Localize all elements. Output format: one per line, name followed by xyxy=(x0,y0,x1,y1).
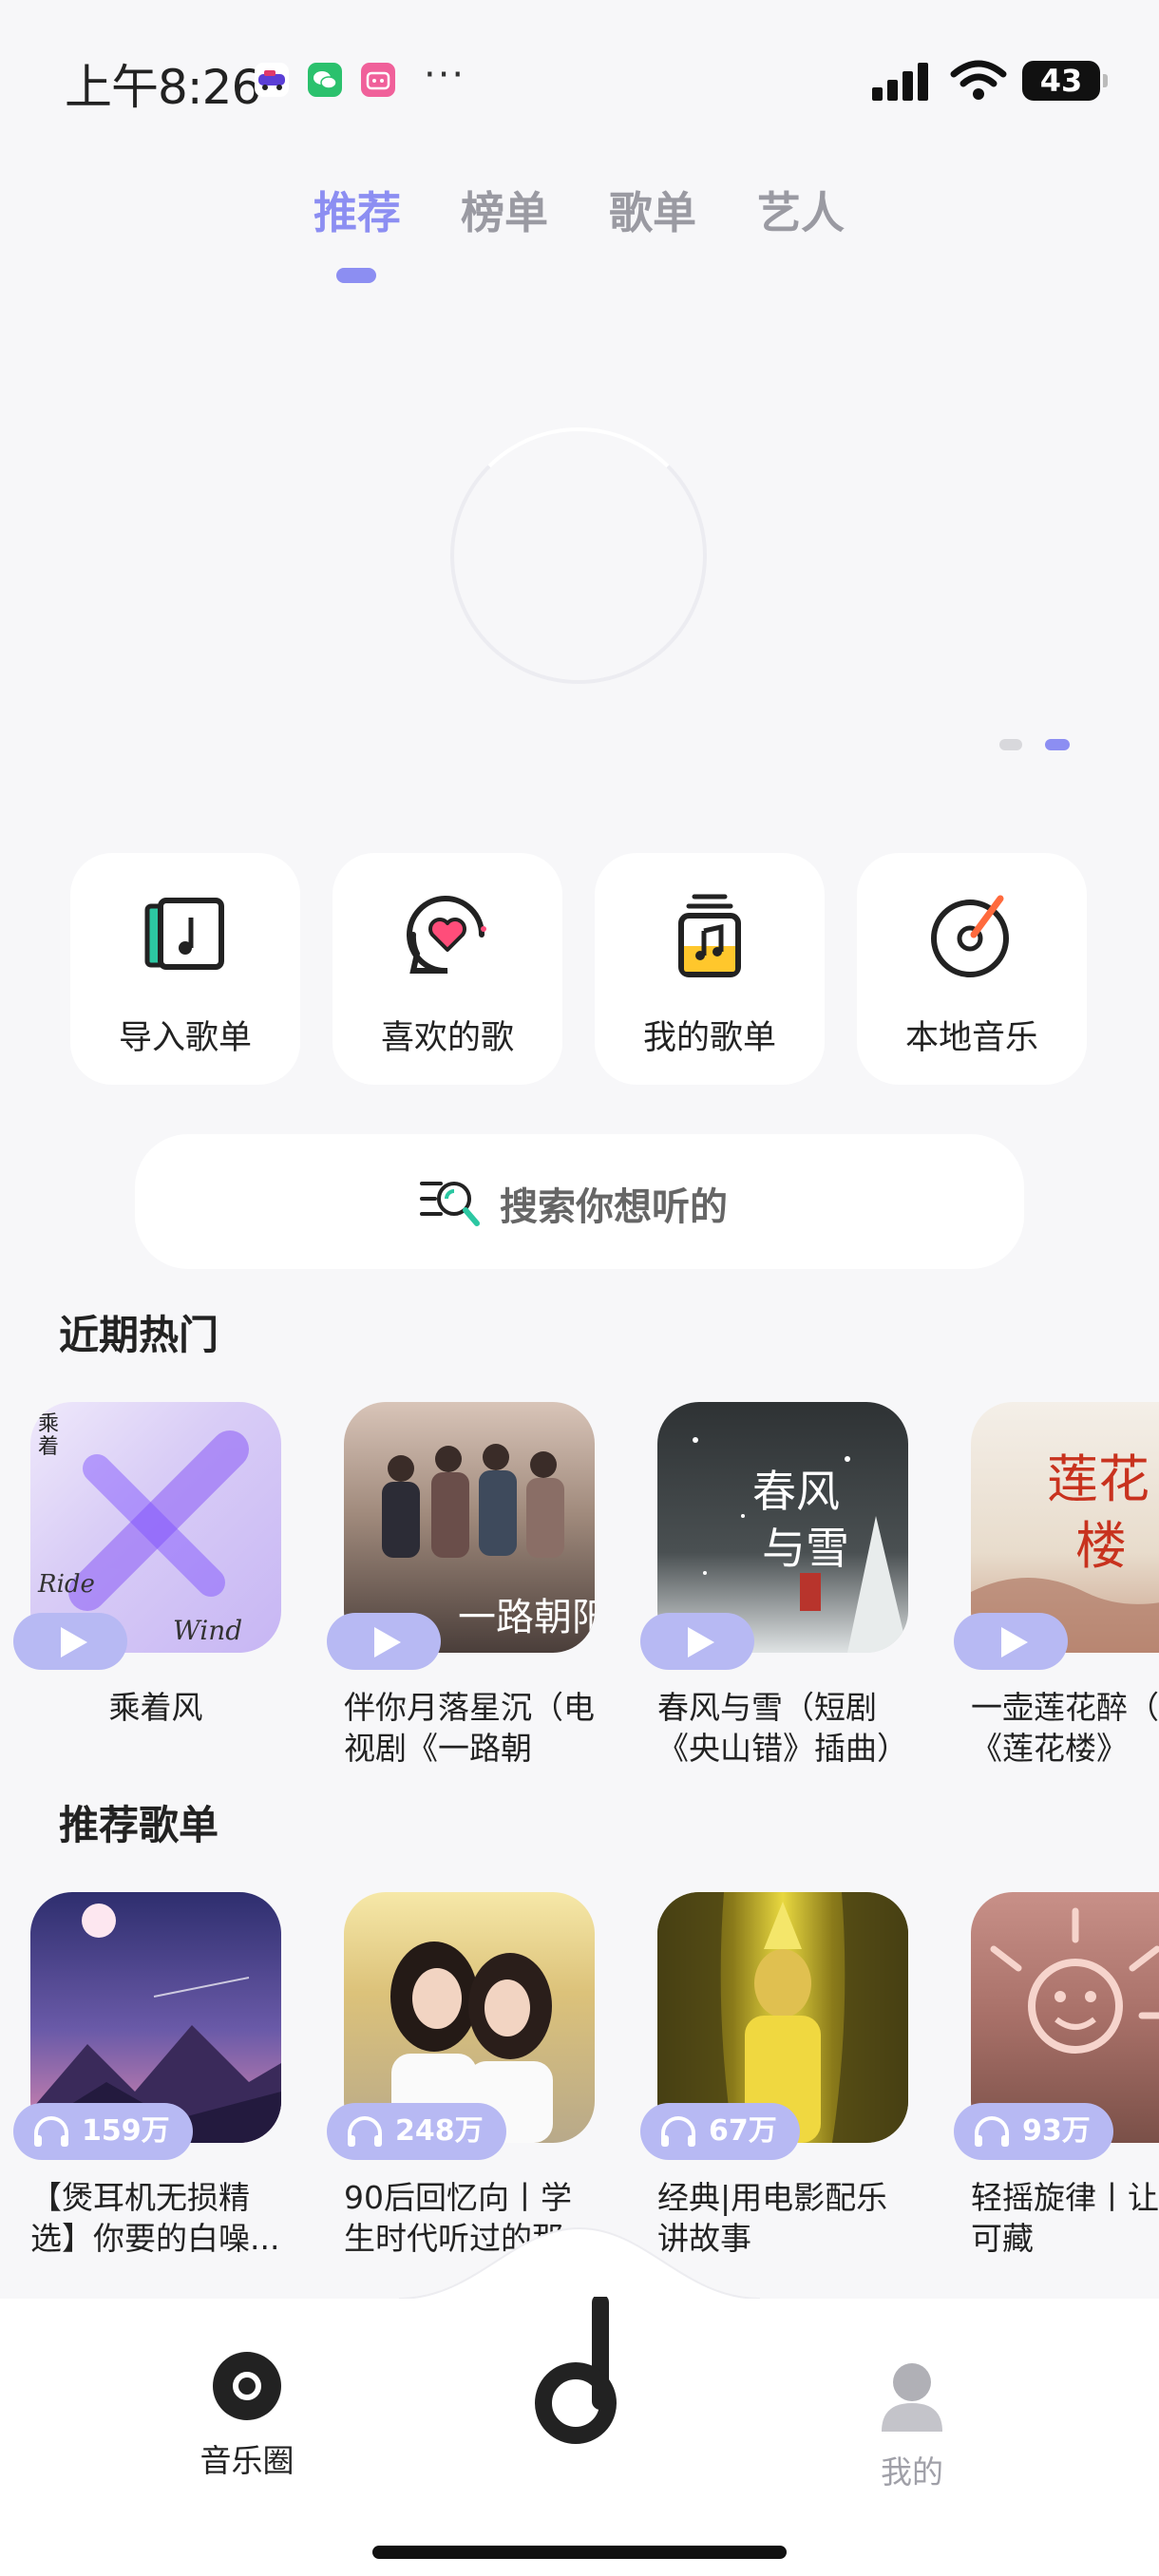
svg-text:Ride: Ride xyxy=(37,1570,95,1599)
music-note-logo-icon xyxy=(535,2297,617,2444)
my-playlist-icon xyxy=(678,894,741,977)
search-bar[interactable]: 搜索你想听的 xyxy=(135,1134,1024,1269)
import-playlist-label: 导入歌单 xyxy=(118,1019,252,1057)
headphones-icon xyxy=(34,2116,68,2147)
tab-recommend[interactable]: 推荐 xyxy=(314,179,401,241)
loading-spinner-icon xyxy=(450,427,707,684)
play-count: 159万 xyxy=(82,2114,170,2148)
play-count-badge: 67万 xyxy=(640,2103,800,2160)
nav-profile[interactable]: 我的 xyxy=(826,2361,998,2492)
headphones-icon xyxy=(348,2116,382,2147)
svg-text:春风: 春风 xyxy=(752,1466,840,1517)
more-status-dots: ··· xyxy=(424,53,466,97)
profile-icon xyxy=(882,2363,942,2432)
liked-songs-label: 喜欢的歌 xyxy=(380,1019,514,1057)
bilibili-icon xyxy=(361,63,395,97)
svg-text:楼: 楼 xyxy=(1075,1516,1127,1576)
cellular-signal-icon xyxy=(872,63,929,101)
liked-songs-button[interactable]: 喜欢的歌 xyxy=(332,853,562,1085)
play-count-badge: 248万 xyxy=(327,2103,506,2160)
svg-text:莲花: 莲花 xyxy=(1047,1449,1150,1509)
recommended-playlists-list[interactable]: 159万 【煲耳机无损精选】你要的白噪... 248万 90后回忆向丨学生时代听… xyxy=(0,1892,1159,2253)
svg-text:着: 着 xyxy=(38,1435,59,1459)
tab-charts[interactable]: 榜单 xyxy=(461,179,548,241)
song-title: 伴你月落星沉（电视剧《一路朝阳》... xyxy=(344,1689,595,1763)
play-button[interactable] xyxy=(327,1613,441,1670)
nav-profile-label: 我的 xyxy=(881,2453,943,2491)
import-playlist-button[interactable]: 导入歌单 xyxy=(70,853,300,1085)
game-app-icon xyxy=(255,63,289,97)
music-circle-icon xyxy=(213,2352,281,2420)
active-tab-indicator xyxy=(336,268,376,283)
headphones-icon xyxy=(975,2116,1009,2147)
play-button[interactable] xyxy=(640,1613,754,1670)
play-count-badge: 93万 xyxy=(954,2103,1113,2160)
my-playlist-button[interactable]: 我的歌单 xyxy=(595,853,825,1085)
category-tabs: 推荐 榜单 歌单 艺人 xyxy=(0,179,1159,293)
status-time: 上午8:26 xyxy=(65,60,261,115)
tab-artists[interactable]: 艺人 xyxy=(757,179,845,241)
nav-music-circle-label: 音乐圈 xyxy=(200,2442,294,2479)
import-playlist-icon xyxy=(144,898,224,970)
recent-hot-list[interactable]: Ride Wind 乘 着 乘着风 一路朝阳 伴你月落星沉（电视剧《一路朝阳》.… xyxy=(0,1402,1159,1763)
nav-music-circle[interactable]: 音乐圈 xyxy=(162,2350,332,2481)
play-count-badge: 159万 xyxy=(13,2103,193,2160)
local-music-label: 本地音乐 xyxy=(904,1019,1038,1057)
my-playlist-label: 我的歌单 xyxy=(642,1019,776,1057)
song-title: 一壶莲花醉（剧《莲花楼》 xyxy=(971,1689,1159,1763)
home-indicator[interactable] xyxy=(372,2546,787,2559)
battery-indicator: 43 xyxy=(1022,61,1108,101)
play-count: 248万 xyxy=(395,2114,484,2148)
play-button[interactable] xyxy=(954,1613,1068,1670)
play-count: 67万 xyxy=(709,2114,777,2148)
wifi-icon xyxy=(950,60,1007,100)
status-bar: 上午8:26 ··· 43 xyxy=(0,0,1159,161)
local-music-disc-icon xyxy=(931,895,1009,977)
headphones-icon xyxy=(661,2116,695,2147)
play-button[interactable] xyxy=(13,1613,127,1670)
carousel-dot-1 xyxy=(999,739,1022,750)
nav-bump-shape xyxy=(0,2226,1159,2308)
song-title: 春风与雪（短剧《央山错》插曲） xyxy=(657,1689,908,1763)
svg-text:与雪: 与雪 xyxy=(762,1523,849,1574)
song-title: 乘着风 xyxy=(108,1689,203,1726)
play-count: 93万 xyxy=(1022,2114,1091,2148)
tab-playlists[interactable]: 歌单 xyxy=(609,179,696,241)
local-music-button[interactable]: 本地音乐 xyxy=(857,853,1087,1085)
recent-hot-title: 近期热门 xyxy=(59,1312,219,1358)
svg-text:Wind: Wind xyxy=(173,1615,242,1646)
search-placeholder: 搜索你想听的 xyxy=(500,1185,728,1229)
search-list-icon xyxy=(420,1182,480,1226)
heart-chat-icon xyxy=(407,896,486,975)
quick-actions: 导入歌单 喜欢的歌 我的歌单 本地音乐 xyxy=(70,853,1089,1085)
wechat-icon xyxy=(308,63,342,97)
svg-text:乘: 乘 xyxy=(38,1412,59,1436)
banner-carousel[interactable] xyxy=(0,313,1159,769)
nav-center-logo[interactable] xyxy=(492,2297,663,2449)
carousel-dot-2 xyxy=(1045,739,1070,750)
recommended-playlists-title: 推荐歌单 xyxy=(59,1802,219,1848)
svg-text:一路朝阳: 一路朝阳 xyxy=(458,1596,595,1639)
